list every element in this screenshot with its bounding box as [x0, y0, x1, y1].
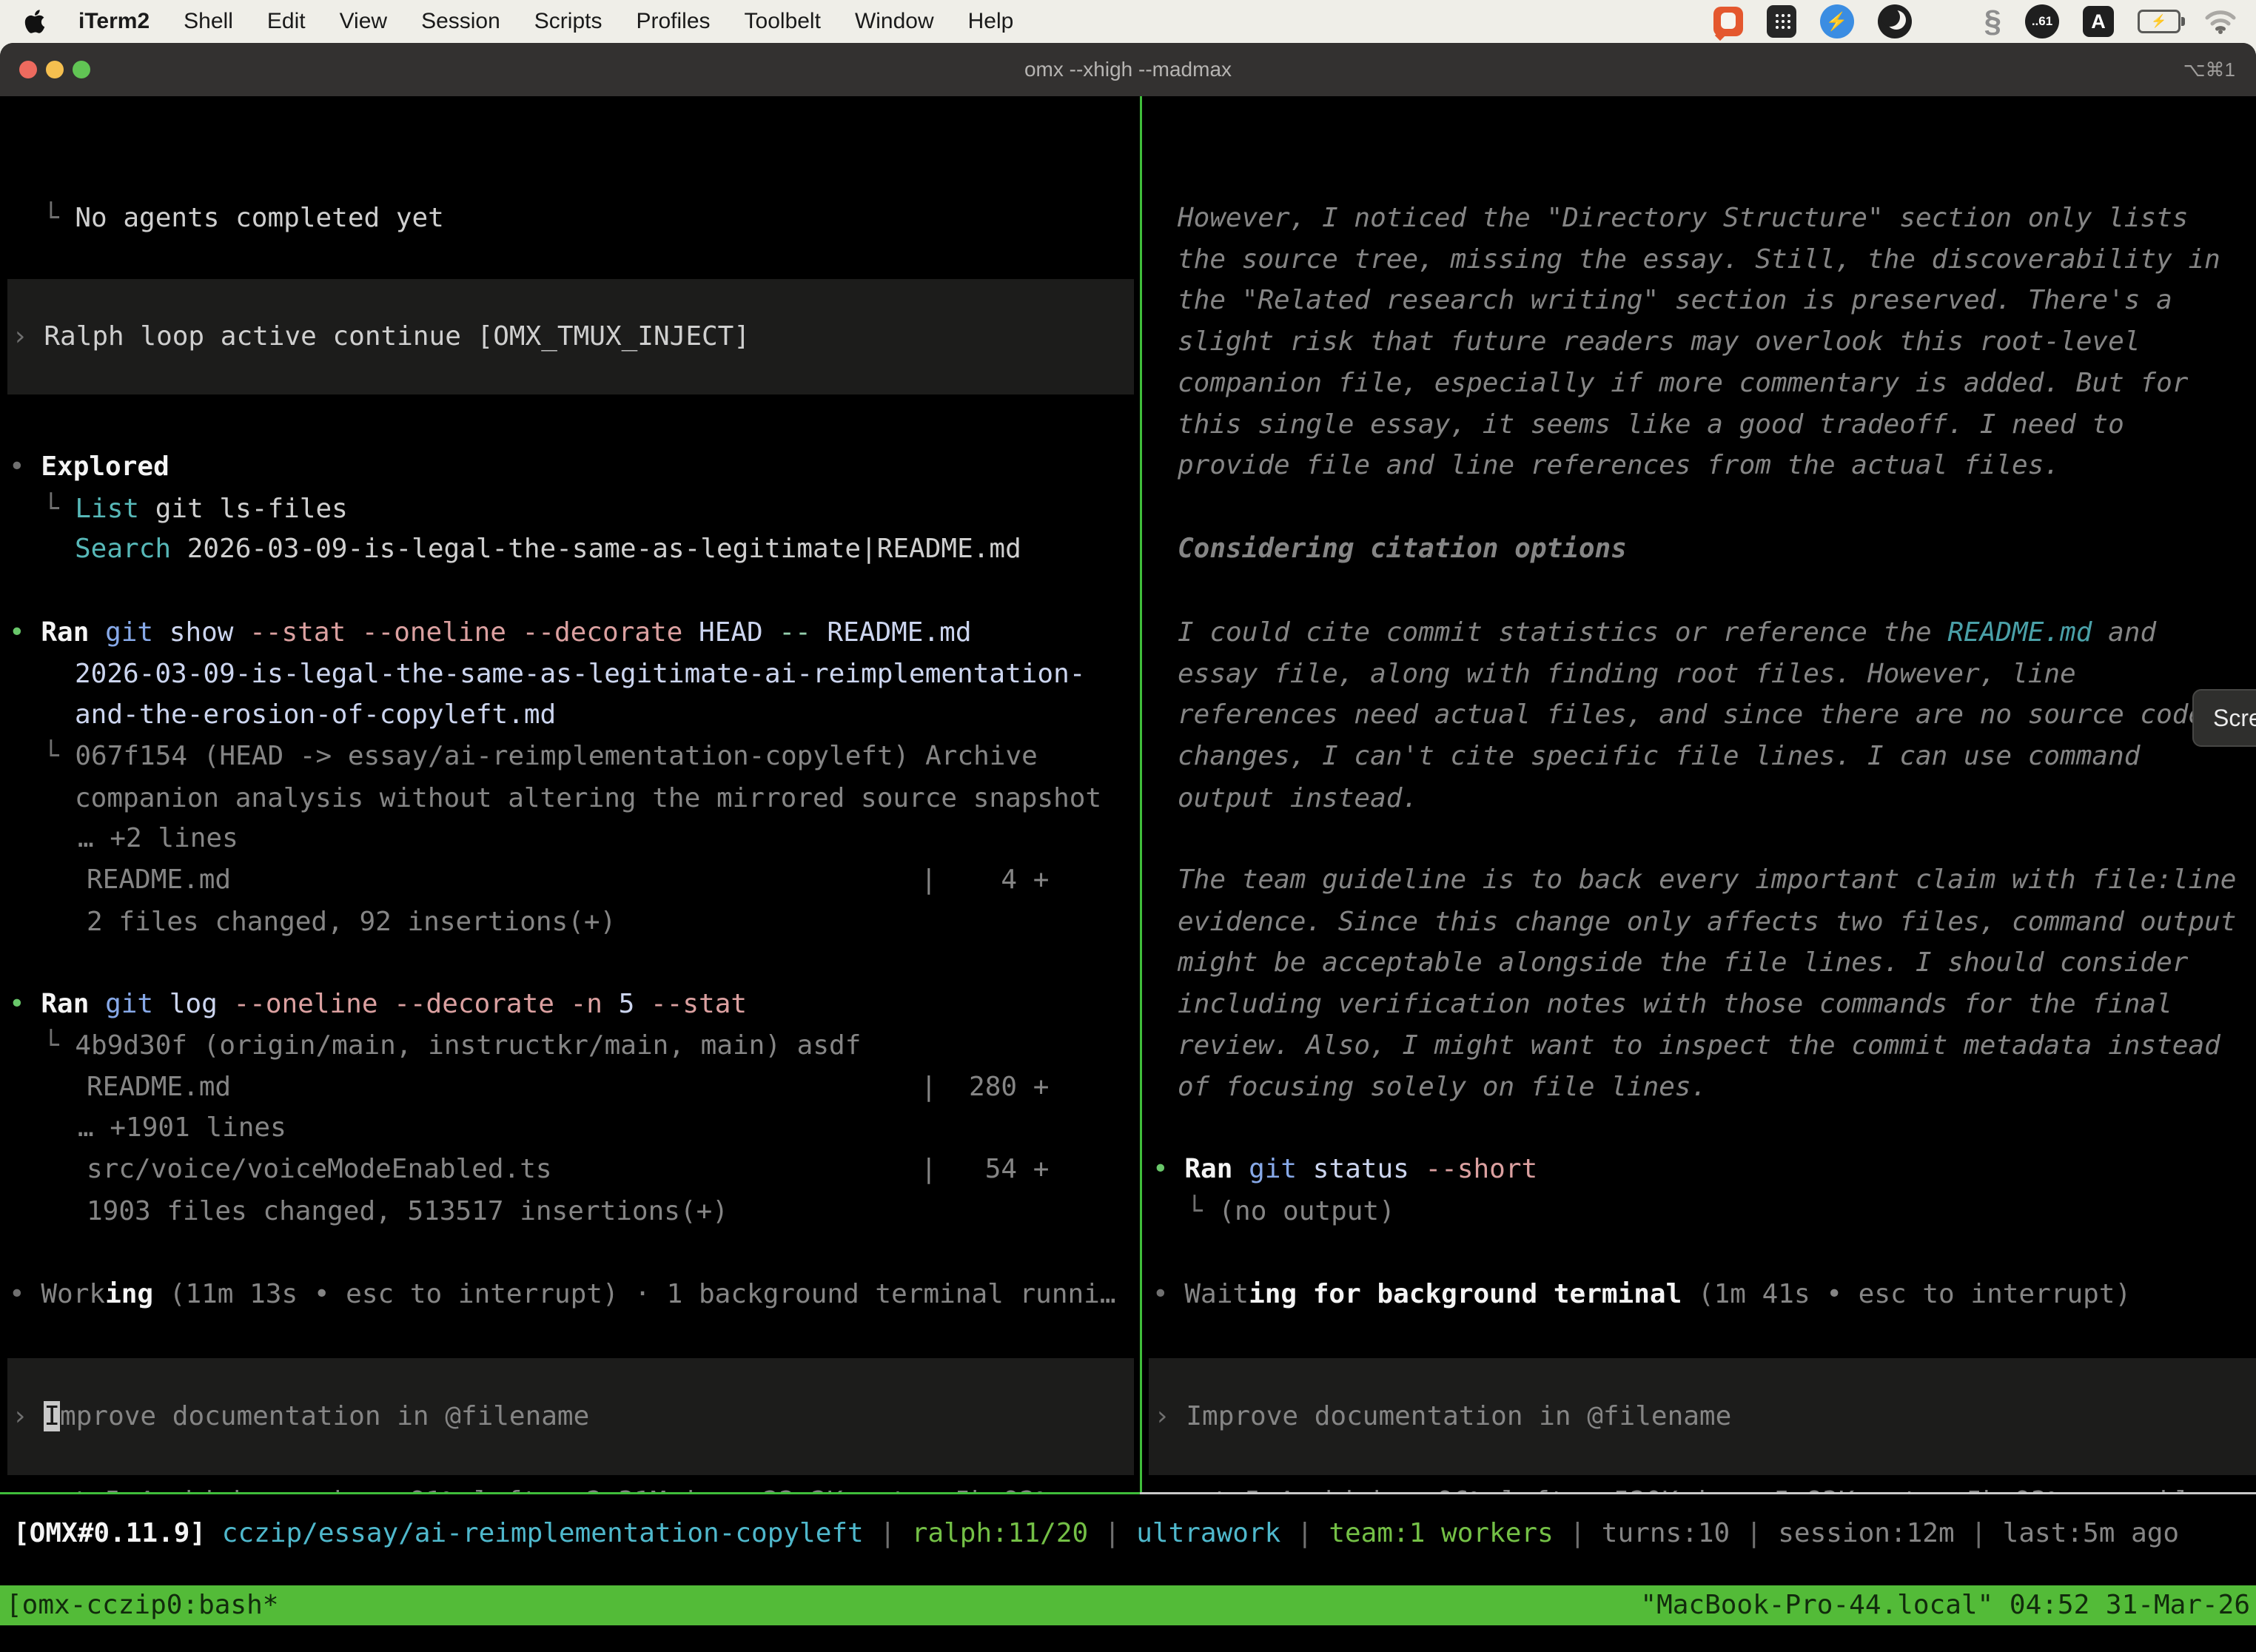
ran-git-show-cmd: • Ran git show --stat --oneline --decora…	[9, 612, 972, 654]
thinking-para1-line1: However, I noticed the "Directory Struct…	[1178, 198, 2188, 239]
window-title: omx --xhigh --madmax	[0, 43, 2256, 96]
tmux-session-label: [omx-cczip0:bash*	[6, 1585, 278, 1625]
thinking-para3-line5: review. Also, I might want to inspect th…	[1178, 1025, 2220, 1067]
menu-bar: iTerm2 Shell Edit View Session Scripts P…	[0, 0, 2256, 43]
window-titlebar: omx --xhigh --madmax ⌥⌘1	[0, 43, 2256, 96]
thinking-para2-line3: references need actual files, and since …	[1178, 694, 2204, 736]
git-show-path-line1: 2026-03-09-is-legal-the-same-as-legitima…	[75, 654, 1085, 695]
moon-icon[interactable]	[1878, 4, 1912, 38]
git-show-stat-summary: 2 files changed, 92 insertions(+)	[87, 901, 616, 943]
git-show-path-line2: and-the-erosion-of-copyleft.md	[75, 694, 556, 736]
pane-divider-vertical[interactable]	[1140, 96, 1142, 1492]
window-shortcut-badge: ⌥⌘1	[2183, 43, 2235, 96]
menu-item-iterm2[interactable]: iTerm2	[78, 9, 150, 34]
no-agents-line: └ No agents completed yet	[43, 198, 444, 239]
pane-border-bottom-left	[0, 1492, 1140, 1494]
omx-status-line: [OMX#0.11.9] cczip/essay/ai-reimplementa…	[13, 1513, 2179, 1554]
git-log-more-lines: … +1901 lines	[78, 1107, 286, 1149]
menu-item-help[interactable]: Help	[968, 9, 1014, 34]
prompt-input-right-text: › Improve documentation in @filename	[1154, 1396, 1731, 1437]
session-stats-left: gpt-5.4 xhigh · main · 91% left · 2.31M …	[41, 1481, 1115, 1492]
ran-git-log-cmd: • Ran git log --oneline --decorate -n 5 …	[9, 984, 747, 1025]
tmux-host-clock: "MacBook-Pro-44.local" 04:52 31-Mar-26	[1640, 1585, 2250, 1625]
menu-status-icons: ⚡ § ..61 A ⚡	[1713, 0, 2237, 43]
thinking-para3-line4: including verification notes with those …	[1178, 984, 2172, 1025]
pane-border-bottom-right	[1140, 1492, 2256, 1494]
menu-items: iTerm2 Shell Edit View Session Scripts P…	[78, 9, 1013, 34]
git-show-commit-line: └ 067f154 (HEAD -> essay/ai-reimplementa…	[43, 736, 1038, 777]
thinking-para1-line2: the source tree, missing the essay. Stil…	[1178, 239, 2220, 281]
grid-dots-icon[interactable]	[1936, 9, 1961, 34]
menu-item-session[interactable]: Session	[421, 9, 500, 34]
git-show-message-line: companion analysis without altering the …	[75, 778, 1101, 819]
ralph-loop-text: › Ralph loop active continue [OMX_TMUX_I…	[12, 316, 750, 357]
thinking-para3-line6: of focusing solely on file lines.	[1178, 1067, 1707, 1108]
battery-percent-icon[interactable]: ..61	[2025, 4, 2059, 38]
squiggle-icon[interactable]: §	[1984, 4, 2001, 39]
menu-item-edit[interactable]: Edit	[267, 9, 306, 34]
thinking-para3-line1: The team guideline is to back every impo…	[1178, 859, 2236, 901]
ran-git-status-cmd: • Ran git status --short	[1152, 1149, 1537, 1190]
git-show-more-lines: … +2 lines	[78, 818, 238, 859]
thinking-para1-line6: this single essay, it seems like a good …	[1178, 404, 2124, 446]
tmux-status-bar: [omx-cczip0:bash* "MacBook-Pro-44.local"…	[0, 1585, 2256, 1625]
thinking-para2-line4: changes, I can't cite specific file line…	[1178, 736, 2140, 777]
wifi-icon[interactable]	[2204, 9, 2237, 34]
git-show-stat-readme: README.md | 4 +	[87, 859, 1049, 901]
screen-tooltip: Scre	[2192, 689, 2256, 747]
thinking-para1-line5: companion file, especially if more comme…	[1178, 363, 2188, 404]
git-status-no-output: └ (no output)	[1186, 1191, 1395, 1232]
thinking-heading: Considering citation options	[1178, 528, 1627, 570]
thinking-para1-line4: slight risk that future readers may over…	[1178, 321, 2140, 363]
thinking-para3-line3: might be acceptable alongside the file l…	[1178, 942, 2188, 984]
working-status-line: • Working (11m 13s • esc to interrupt) ·…	[9, 1274, 1116, 1315]
thinking-para1-line7: provide file and line references from th…	[1178, 445, 2060, 486]
right-pane: However, I noticed the "Directory Struct…	[1142, 96, 2256, 1492]
thinking-para1-line3: the "Related research writing" section i…	[1178, 280, 2172, 321]
thinking-para2-line2: essay file, along with finding root file…	[1178, 654, 2076, 695]
thinking-para2-line1: I could cite commit statistics or refere…	[1178, 612, 2156, 654]
keyboard-icon[interactable]	[1767, 5, 1796, 38]
battery-icon[interactable]: ⚡	[2138, 10, 2181, 33]
git-log-stat-readme: README.md | 280 +	[87, 1067, 1049, 1108]
menu-item-view[interactable]: View	[340, 9, 387, 34]
iterm2-window: omx --xhigh --madmax ⌥⌘1 └ No agents com…	[0, 43, 2256, 1652]
prompt-input-left-text: › Improve documentation in @filename	[12, 1396, 589, 1437]
menu-item-scripts[interactable]: Scripts	[534, 9, 602, 34]
apple-menu-icon[interactable]	[22, 7, 47, 36]
waiting-status-line: • Waiting for background terminal (1m 41…	[1152, 1274, 2131, 1315]
menu-item-window[interactable]: Window	[855, 9, 934, 34]
thinking-para3-line2: evidence. Since this change only affects…	[1178, 901, 2236, 943]
explored-header: • Explored	[9, 446, 169, 488]
input-source-icon[interactable]: A	[2083, 6, 2114, 37]
menu-item-shell[interactable]: Shell	[184, 9, 233, 34]
git-log-commit-line: └ 4b9d30f (origin/main, instructkr/main,…	[43, 1025, 861, 1067]
explored-list-cmd: └ List git ls-files	[43, 488, 348, 530]
thinking-para2-line5: output instead.	[1178, 778, 1418, 819]
shield-badge-icon[interactable]: ⚡	[1820, 4, 1854, 38]
terminal: └ No agents completed yet › Ralph loop a…	[0, 96, 2256, 1652]
git-log-stat-voice: src/voice/voiceModeEnabled.ts | 54 +	[87, 1149, 1049, 1190]
menu-item-toolbelt[interactable]: Toolbelt	[745, 9, 821, 34]
left-pane: └ No agents completed yet › Ralph loop a…	[0, 96, 1140, 1492]
menu-item-profiles[interactable]: Profiles	[636, 9, 710, 34]
git-log-stat-summary: 1903 files changed, 513517 insertions(+)	[87, 1191, 728, 1232]
screen-recording-icon[interactable]	[1713, 7, 1743, 36]
explored-search-cmd: Search 2026-03-09-is-legal-the-same-as-l…	[75, 528, 1021, 570]
session-stats-right: gpt-5.4 xhigh · 96% left · 520K in · 5.8…	[1181, 1481, 2239, 1492]
